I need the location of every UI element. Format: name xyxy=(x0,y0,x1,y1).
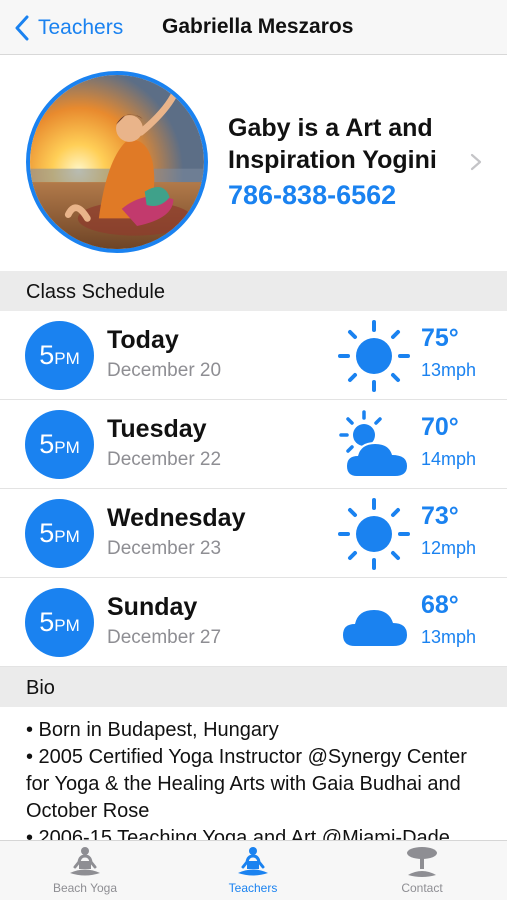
class-date: December 22 xyxy=(107,449,222,470)
partly-cloudy-icon xyxy=(339,410,410,478)
tab-label: Teachers xyxy=(228,881,278,895)
schedule-row[interactable]: 5 PM Tuesday December 22 70° 14mph xyxy=(0,400,507,489)
teacher-headline: Gaby is a Art and Inspiration Yogini xyxy=(228,114,437,174)
class-day: Today xyxy=(107,326,179,354)
schedule-row[interactable]: 5 PM Sunday December 27 68° 13mph xyxy=(0,578,507,667)
class-date: December 20 xyxy=(107,360,222,381)
cloud-icon xyxy=(343,610,407,646)
class-day: Wednesday xyxy=(107,504,246,532)
schedule-row[interactable]: 5 PM Wednesday December 23 73° 12mph xyxy=(0,489,507,578)
class-time-hour: 5 xyxy=(39,607,55,637)
teacher-profile-row[interactable]: Gaby is a Art and Inspiration Yogini 786… xyxy=(0,56,507,270)
teacher-photo xyxy=(26,71,208,253)
wind-speed: 12mph xyxy=(421,538,477,558)
class-date: December 23 xyxy=(107,538,222,559)
tab-beach-yoga[interactable]: Beach Yoga xyxy=(15,845,155,897)
temperature: 68° xyxy=(421,591,459,619)
bio-title: Bio xyxy=(26,677,55,699)
class-time-unit: PM xyxy=(54,526,80,546)
meditation-icon xyxy=(70,847,100,876)
class-time-unit: PM xyxy=(54,348,80,368)
temperature: 70° xyxy=(421,413,459,441)
class-day: Sunday xyxy=(107,593,198,621)
class-schedule-title: Class Schedule xyxy=(26,281,165,303)
bio-header: Bio xyxy=(0,667,507,707)
tab-label: Beach Yoga xyxy=(52,881,118,895)
class-time-unit: PM xyxy=(54,437,80,457)
temperature: 75° xyxy=(421,324,459,352)
tab-contact[interactable]: Contact xyxy=(352,845,492,897)
class-time-badge: 5 PM xyxy=(25,499,94,568)
chevron-left-icon xyxy=(15,15,29,41)
wind-speed: 13mph xyxy=(421,627,477,647)
class-time-unit: PM xyxy=(54,615,80,635)
wind-speed: 14mph xyxy=(421,449,477,469)
tab-bar: Beach Yoga Teachers Contact xyxy=(0,840,507,900)
class-time-badge: 5 PM xyxy=(25,588,94,657)
bio-text: • Born in Budapest, Hungary • 2005 Certi… xyxy=(26,717,486,842)
class-time-badge: 5 PM xyxy=(25,410,94,479)
sun-icon xyxy=(338,498,410,570)
bio-line: • Born in Budapest, Hungary xyxy=(26,719,279,741)
navigation-bar: Teachers Gabriella Meszaros xyxy=(0,0,507,55)
tab-label: Contact xyxy=(401,881,443,895)
schedule-row[interactable]: 5 PM Today December 20 75° 13mph xyxy=(0,311,507,400)
tree-icon xyxy=(407,847,437,877)
teacher-phone-link[interactable]: 786-838-6562 xyxy=(228,180,396,211)
class-schedule-header: Class Schedule xyxy=(0,271,507,311)
class-time-badge: 5 PM xyxy=(25,321,94,390)
class-date: December 27 xyxy=(107,627,222,648)
chevron-right-icon xyxy=(470,153,482,171)
meditation-icon xyxy=(238,847,268,876)
temperature: 73° xyxy=(421,502,459,530)
class-time-hour: 5 xyxy=(39,429,55,459)
page-title: Gabriella Meszaros xyxy=(162,15,354,38)
class-time-hour: 5 xyxy=(39,340,55,370)
wind-speed: 13mph xyxy=(421,360,477,380)
sun-icon xyxy=(338,320,410,392)
bio-line: • 2005 Certified Yoga Instructor @Synerg… xyxy=(26,746,467,822)
class-time-hour: 5 xyxy=(39,518,55,548)
class-day: Tuesday xyxy=(107,415,207,443)
back-button[interactable]: Teachers xyxy=(14,13,123,43)
tab-teachers[interactable]: Teachers xyxy=(183,845,323,897)
back-button-label: Teachers xyxy=(38,16,124,39)
